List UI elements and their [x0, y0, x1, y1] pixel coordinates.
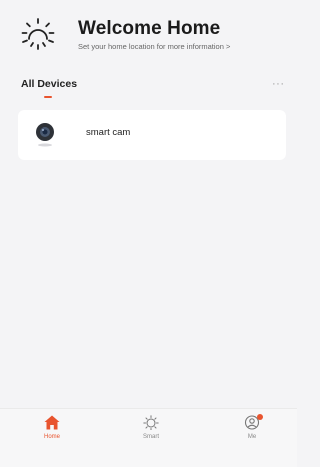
devices-section-header: All Devices ··· — [0, 72, 297, 102]
home-icon — [44, 415, 60, 430]
nav-smart-label: Smart — [142, 434, 159, 440]
sun-icon — [21, 18, 55, 50]
more-icon[interactable]: ··· — [272, 78, 285, 90]
nav-me-label: Me — [247, 434, 257, 440]
tab-all-devices[interactable]: All Devices — [21, 78, 77, 90]
nav-home[interactable]: Home — [27, 415, 77, 440]
tab-active-indicator — [44, 96, 52, 98]
notification-badge — [257, 414, 263, 420]
bottom-nav: Home Smart Me — [0, 408, 297, 467]
device-card[interactable]: smart cam — [18, 110, 286, 160]
set-location-link[interactable]: Set your home location for more informat… — [78, 42, 230, 51]
nav-smart[interactable]: Smart — [126, 415, 176, 440]
nav-me[interactable]: Me — [227, 414, 277, 440]
smart-icon — [143, 415, 159, 430]
camera-icon — [36, 123, 54, 147]
device-name: smart cam — [86, 127, 131, 138]
home-screen: Welcome Home Set your home location for … — [0, 0, 297, 467]
welcome-title: Welcome Home — [78, 18, 221, 39]
home-header: Welcome Home Set your home location for … — [0, 0, 297, 64]
nav-home-label: Home — [43, 434, 60, 440]
